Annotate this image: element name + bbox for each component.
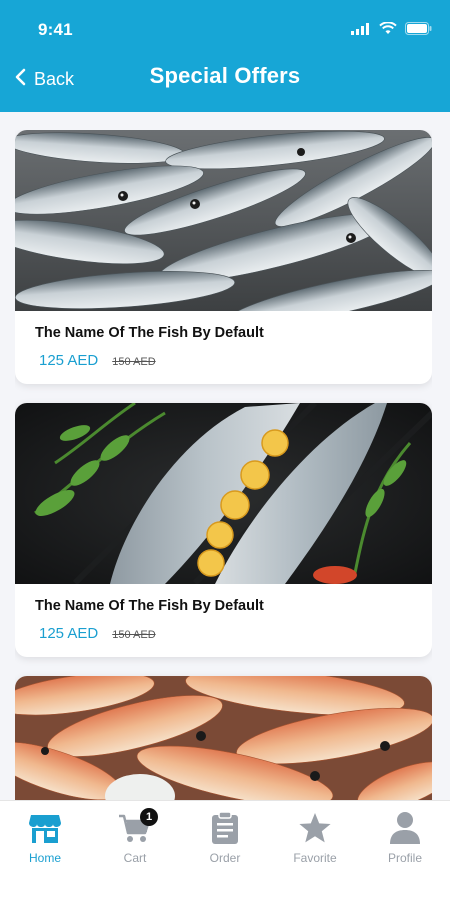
offer-price: 125 AED — [39, 352, 99, 369]
offer-price-row: 125 AED 150 AED — [39, 625, 156, 642]
cart-badge: 1 — [140, 808, 158, 826]
status-time: 9:41 — [38, 20, 73, 39]
offer-price: 125 AED — [39, 625, 99, 642]
offer-name: The Name Of The Fish By Default — [35, 325, 264, 341]
offer-old-price: 150 AED — [112, 629, 156, 641]
offer-price-row: 125 AED 150 AED — [39, 352, 156, 369]
nav-profile[interactable]: Profile — [365, 811, 445, 900]
wifi-icon — [379, 21, 397, 40]
status-icons — [351, 21, 432, 40]
nav-cart-label: Cart — [123, 851, 147, 865]
store-icon — [28, 811, 62, 845]
offer-old-price: 150 AED — [112, 356, 156, 368]
bottom-nav: Home 1 Cart Order Favorite Profile — [0, 800, 450, 900]
offer-card[interactable] — [15, 676, 432, 800]
offer-name: The Name Of The Fish By Default — [35, 598, 264, 614]
cart-icon: 1 — [118, 808, 158, 845]
offers-list[interactable]: The Name Of The Fish By Default 125 AED … — [15, 130, 432, 800]
nav-favorite-label: Favorite — [293, 851, 337, 865]
page-title: Special Offers — [149, 63, 301, 88]
nav-home[interactable]: Home — [5, 811, 85, 900]
offer-card[interactable]: The Name Of The Fish By Default 125 AED … — [15, 130, 432, 384]
nav-cart[interactable]: 1 Cart — [95, 808, 175, 900]
nav-favorite[interactable]: Favorite — [275, 811, 355, 900]
clipboard-icon — [208, 811, 242, 845]
offer-image-sea-bass — [15, 403, 432, 584]
signal-icon — [351, 22, 371, 40]
app-header: 9:41 Back Special Offers — [0, 0, 450, 112]
nav-order-label: Order — [209, 851, 241, 865]
nav-profile-label: Profile — [387, 851, 422, 865]
star-icon — [298, 811, 332, 845]
nav-order[interactable]: Order — [185, 811, 265, 900]
offer-image-sardines — [15, 130, 432, 311]
battery-icon — [405, 22, 432, 40]
offer-card[interactable]: The Name Of The Fish By Default 125 AED … — [15, 403, 432, 657]
status-bar: 9:41 — [0, 0, 450, 56]
nav-home-label: Home — [28, 851, 61, 865]
offer-image-red-snapper — [15, 676, 432, 800]
user-icon — [388, 811, 422, 845]
